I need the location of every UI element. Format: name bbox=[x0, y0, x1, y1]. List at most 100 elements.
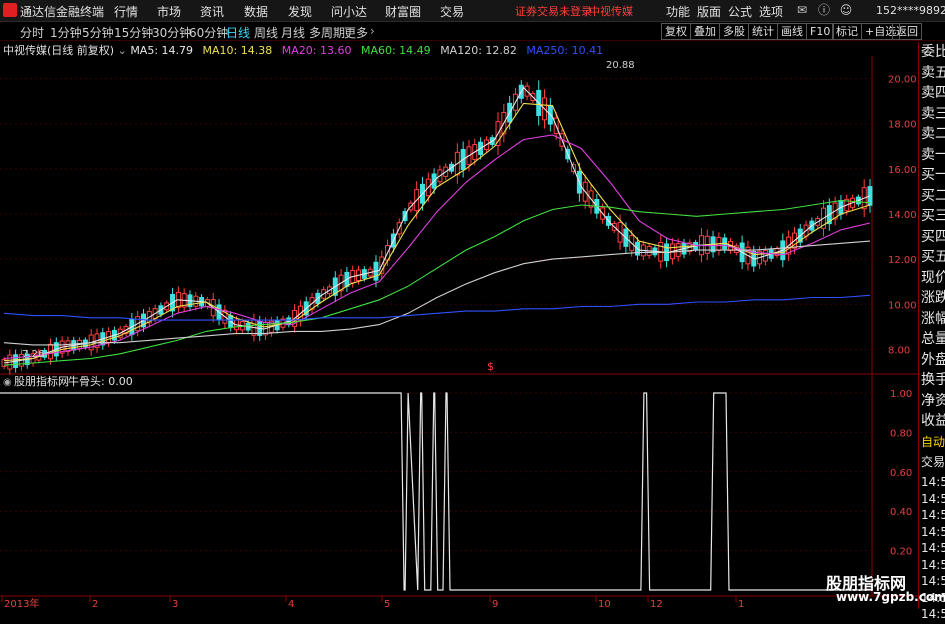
side-item[interactable]: 卖四 bbox=[921, 83, 945, 103]
side-item[interactable]: 收益 bbox=[921, 411, 945, 431]
high-price-label: 20.88 bbox=[606, 60, 635, 71]
stock-name: 中视传媒 bbox=[589, 5, 633, 18]
time-label: 5 bbox=[384, 599, 390, 609]
mail-icon[interactable]: ✉ bbox=[793, 1, 811, 19]
side-item[interactable]: 交易 bbox=[921, 452, 945, 472]
side-item[interactable]: 14:56 bbox=[921, 604, 945, 624]
overlay-button[interactable]: 叠加 bbox=[690, 23, 720, 40]
side-item[interactable]: 买三 bbox=[921, 206, 945, 226]
back-button[interactable]: 返回 bbox=[892, 23, 922, 40]
info-icon[interactable]: ⓘ bbox=[815, 1, 833, 19]
app-title: 通达信金融终端 bbox=[20, 5, 105, 19]
time-label: 10 bbox=[598, 599, 611, 609]
f10-button[interactable]: F10 bbox=[806, 23, 835, 40]
chevron-right-icon[interactable]: › bbox=[370, 24, 375, 38]
side-item[interactable]: 买一 bbox=[921, 165, 945, 185]
side-item[interactable]: 卖五 bbox=[921, 63, 945, 83]
side-item[interactable]: 卖一 bbox=[921, 145, 945, 165]
period-1min[interactable]: 1分钟 bbox=[50, 24, 82, 41]
menu-news[interactable]: 资讯 bbox=[200, 3, 224, 20]
price-grid bbox=[0, 78, 872, 350]
side-item[interactable]: 自动 bbox=[921, 432, 945, 452]
login-warning[interactable]: 证券交易未登录 bbox=[515, 3, 592, 19]
mark-button[interactable]: 标记 bbox=[832, 23, 862, 40]
indicator-tick: 1.00 bbox=[890, 389, 912, 400]
price-tick: 16.00 bbox=[888, 165, 917, 176]
time-label: 2 bbox=[92, 599, 98, 609]
ma-line-ma250 bbox=[3, 294, 871, 321]
menu-hq[interactable]: 行情 bbox=[114, 3, 138, 20]
side-item[interactable]: 净资 bbox=[921, 391, 945, 411]
time-axis: 2013年 2 3 4 5 9 10 12 1 bbox=[1, 596, 744, 609]
period-multi[interactable]: 多周期 bbox=[309, 24, 345, 41]
side-item[interactable]: 现价 bbox=[921, 268, 945, 288]
indicator-tick: 0.80 bbox=[890, 428, 912, 439]
side-item[interactable]: 涨跌 bbox=[921, 288, 945, 308]
time-label: 3 bbox=[172, 599, 178, 609]
period-more[interactable]: 更多 bbox=[344, 24, 368, 41]
indicator-axis: 1.00 0.80 0.60 0.40 0.20 bbox=[890, 389, 912, 558]
side-item[interactable]: 卖三 bbox=[921, 104, 945, 124]
time-label: 4 bbox=[288, 599, 294, 609]
stats-button[interactable]: 统计 bbox=[748, 23, 778, 40]
price-tick: 8.00 bbox=[888, 345, 910, 356]
multi-stock-button[interactable]: 多股 bbox=[719, 23, 749, 40]
menu-bar: 通达信金融终端 行情 市场 资讯 数据 发现 问小达 财富圈 交易 证券交易未登… bbox=[0, 0, 945, 22]
indicator-tick: 0.20 bbox=[890, 547, 912, 558]
indicator-tick: 0.40 bbox=[890, 507, 912, 518]
watermark-url: www.7gpzb.com bbox=[836, 590, 945, 604]
side-item[interactable]: 买二 bbox=[921, 186, 945, 206]
indicator-value: 牛骨头: 0.00 bbox=[68, 374, 133, 388]
period-60min[interactable]: 60分钟 bbox=[189, 24, 228, 41]
ma-line-ma60 bbox=[3, 199, 871, 366]
quote-side-panel: 委比 卖五 卖四 卖三 卖二 卖一 买一 买二 买三 买四 买五 现价 涨跌 涨幅 总量 外盘 换手 净资 收益 自动… bbox=[918, 42, 945, 621]
period-weekly[interactable]: 周线 bbox=[254, 24, 278, 41]
price-tick: 18.00 bbox=[888, 120, 917, 131]
menu-market[interactable]: 市场 bbox=[157, 3, 181, 20]
time-label: 1 bbox=[738, 599, 744, 609]
user-icon[interactable]: ☺ bbox=[837, 1, 855, 19]
side-item[interactable]: 外盘 bbox=[921, 350, 945, 370]
period-15min[interactable]: 15分钟 bbox=[114, 24, 153, 41]
indicator-dropdown-icon[interactable]: ◉ bbox=[3, 377, 12, 388]
menu-ask[interactable]: 问小达 bbox=[331, 3, 367, 20]
indicator-tick: 0.60 bbox=[890, 468, 912, 479]
low-price-label: 7.26 bbox=[22, 349, 44, 360]
side-item[interactable]: 换手 bbox=[921, 370, 945, 390]
price-axis: 20.00 18.00 16.00 14.00 12.00 10.00 8.00 bbox=[888, 75, 917, 357]
menu-options[interactable]: 选项 bbox=[759, 3, 783, 20]
side-item[interactable]: 涨幅 bbox=[921, 309, 945, 329]
time-label: 12 bbox=[650, 599, 663, 609]
price-tick: 10.00 bbox=[888, 300, 917, 311]
menu-data[interactable]: 数据 bbox=[244, 3, 268, 20]
menu-formula[interactable]: 公式 bbox=[728, 3, 752, 20]
menu-function[interactable]: 功能 bbox=[666, 3, 690, 20]
event-marker[interactable]: $ bbox=[487, 360, 494, 373]
side-item[interactable]: 卖二 bbox=[921, 124, 945, 144]
period-5min[interactable]: 5分钟 bbox=[82, 24, 114, 41]
side-item[interactable]: 买五 bbox=[921, 247, 945, 267]
period-tick[interactable]: 分时 bbox=[20, 24, 44, 41]
price-tick: 14.00 bbox=[888, 210, 917, 221]
price-chart[interactable]: 20.00 18.00 16.00 14.00 12.00 10.00 8.00 20.88… bbox=[0, 56, 918, 609]
price-tick: 20.00 bbox=[888, 75, 917, 86]
menu-trade[interactable]: 交易 bbox=[440, 3, 464, 20]
price-tick: 12.00 bbox=[888, 255, 917, 266]
candlesticks bbox=[1, 80, 873, 375]
menu-wealth[interactable]: 财富圈 bbox=[385, 3, 421, 20]
menu-layout[interactable]: 版面 bbox=[697, 3, 721, 20]
indicator-line bbox=[0, 392, 872, 591]
side-item[interactable]: 委比 bbox=[921, 42, 945, 62]
user-phone[interactable]: 152****9892 bbox=[876, 4, 945, 17]
draw-button[interactable]: 画线 bbox=[777, 23, 807, 40]
period-daily[interactable]: 日线 bbox=[226, 24, 250, 41]
adjust-button[interactable]: 复权 bbox=[661, 23, 691, 40]
side-item[interactable]: 总量 bbox=[921, 329, 945, 349]
menu-discover[interactable]: 发现 bbox=[288, 3, 312, 20]
period-monthly[interactable]: 月线 bbox=[281, 24, 305, 41]
side-item[interactable]: 买四 bbox=[921, 227, 945, 247]
time-label: 2013年 bbox=[4, 597, 39, 609]
period-30min[interactable]: 30分钟 bbox=[152, 24, 191, 41]
time-label: 9 bbox=[492, 599, 498, 609]
app-logo-icon bbox=[3, 3, 17, 17]
